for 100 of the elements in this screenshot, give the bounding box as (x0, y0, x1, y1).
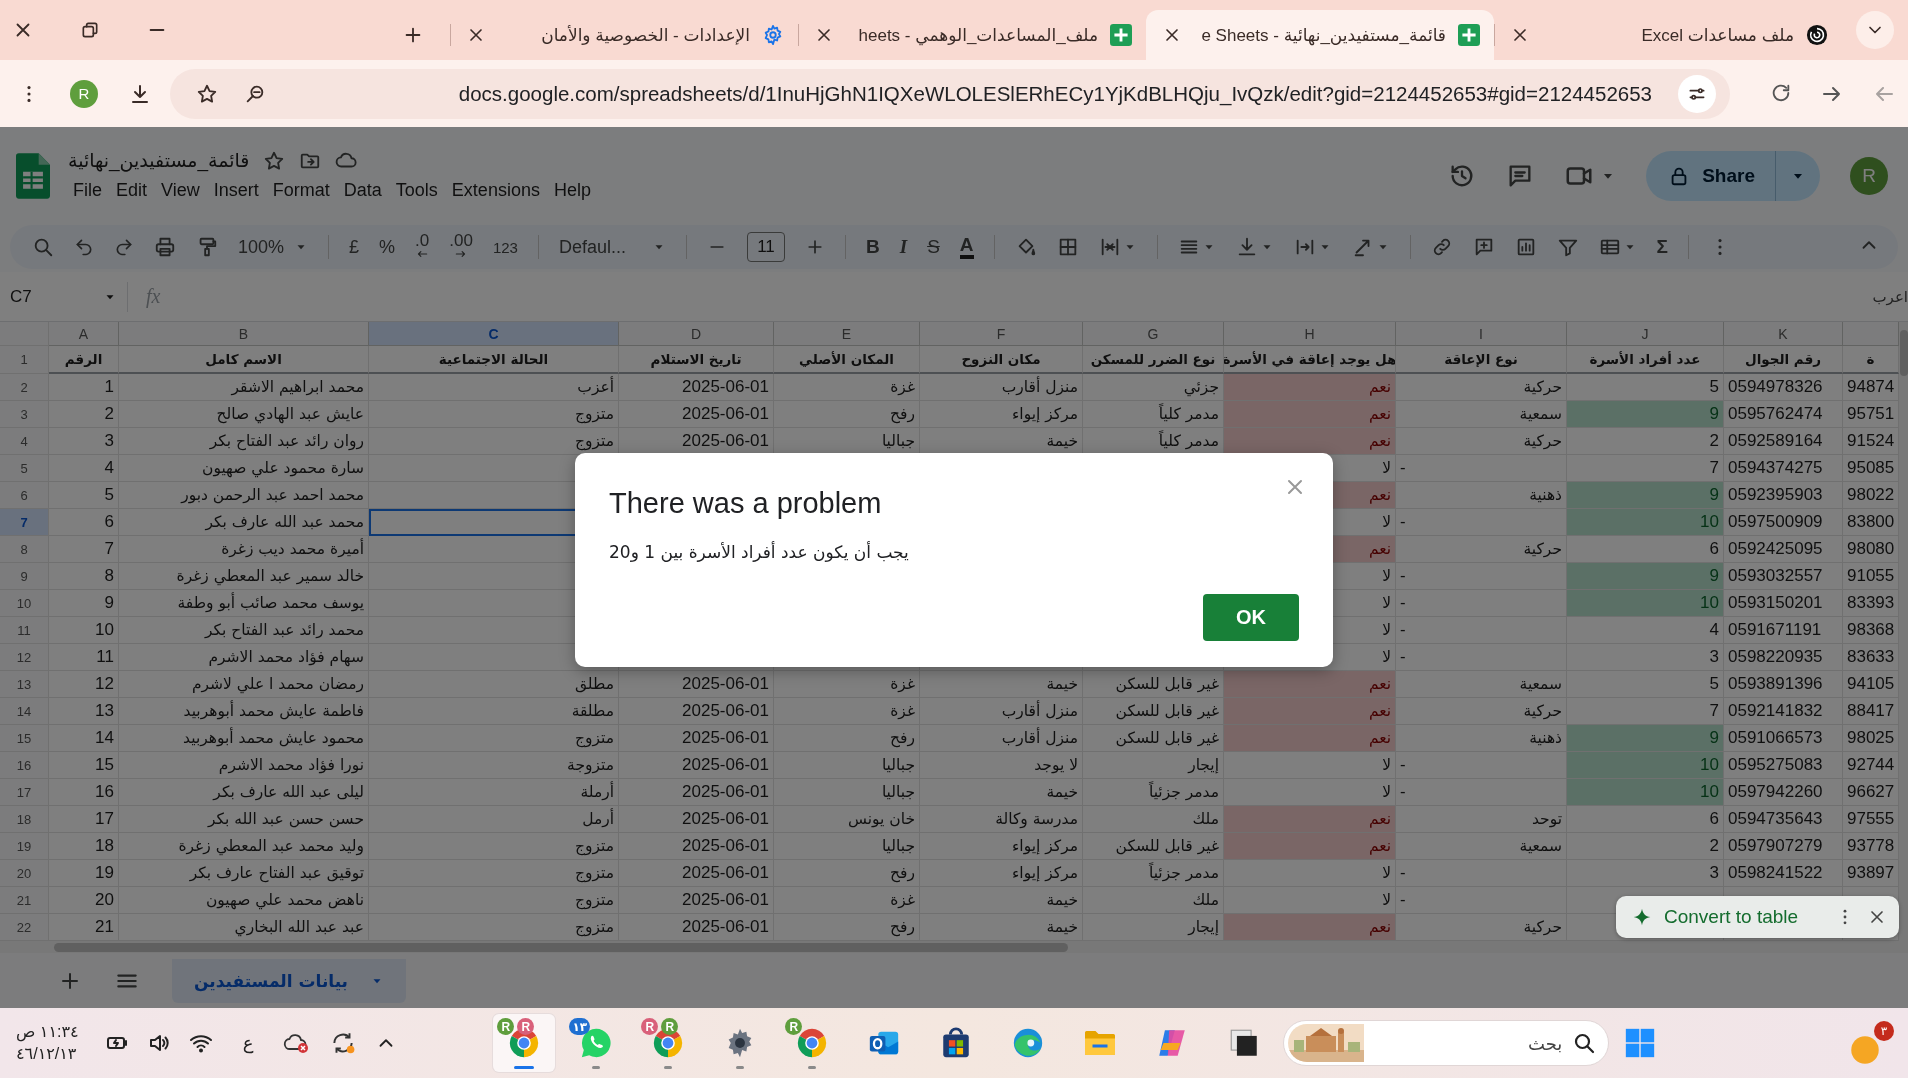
table-cell[interactable]: نعم (1224, 914, 1396, 941)
functions-button[interactable]: Σ (1656, 236, 1668, 258)
table-cell[interactable]: - (1396, 887, 1567, 914)
table-cell[interactable]: نعم (1224, 698, 1396, 725)
bold-button[interactable]: B (866, 236, 880, 258)
table-cell[interactable]: نعم (1224, 725, 1396, 752)
table-cell[interactable]: 0598241522 (1724, 860, 1843, 887)
table-cell[interactable]: مطلقة (369, 698, 619, 725)
table-cell[interactable]: توقيق عبد الفتاح عارف بكر (119, 860, 369, 887)
table-cell[interactable]: 0597907279 (1724, 833, 1843, 860)
taskbar-app[interactable]: ١٣ (565, 1014, 628, 1072)
table-cell[interactable]: 0594374275 (1724, 455, 1843, 482)
table-cell[interactable]: رفح (774, 401, 920, 428)
notification-button[interactable]: ٣ (1850, 1021, 1894, 1065)
table-cell[interactable]: حسن حسن عبد الله بكر (119, 806, 369, 833)
table-cell[interactable]: 12 (49, 671, 119, 698)
increase-decimal-button[interactable]: .00 (449, 233, 473, 261)
table-cell[interactable]: 4 (1567, 617, 1724, 644)
vertical-scrollbar[interactable] (1899, 322, 1908, 941)
column-header[interactable]: F (920, 322, 1083, 346)
table-cell[interactable]: جباليا (774, 833, 920, 860)
table-cell[interactable]: غزة (774, 887, 920, 914)
table-cell[interactable]: مدمر جزئياً (1083, 779, 1224, 806)
table-cell[interactable]: 2025-06-01 (619, 833, 774, 860)
site-settings-button[interactable] (1678, 74, 1716, 113)
table-cell[interactable]: 0595275083 (1724, 752, 1843, 779)
row-header[interactable]: 16 (0, 752, 49, 779)
column-header[interactable]: C (369, 322, 619, 346)
column-header[interactable]: B (119, 322, 369, 346)
row-header[interactable]: 14 (0, 698, 49, 725)
table-cell[interactable]: محمد رائد عبد الفتاح بكر (119, 617, 369, 644)
menu-item[interactable]: File (68, 178, 107, 203)
table-cell[interactable]: متزوج (369, 833, 619, 860)
table-cell[interactable]: 2025-06-01 (619, 779, 774, 806)
table-cell[interactable]: - (1396, 455, 1567, 482)
table-cell[interactable]: 0591671191 (1724, 617, 1843, 644)
menu-item[interactable]: Insert (208, 178, 264, 203)
table-cell[interactable]: 3 (49, 428, 119, 455)
table-cell[interactable]: - (1396, 860, 1567, 887)
search-icon[interactable] (1572, 1031, 1597, 1055)
table-cell[interactable]: 0595762474 (1724, 401, 1843, 428)
browser-tab[interactable]: ملف_المساعدات_الوهمي - heets (798, 10, 1146, 60)
table-cell[interactable]: مركز إيواء (920, 401, 1083, 428)
table-cell[interactable]: 6 (49, 509, 119, 536)
table-cell[interactable]: 2 (1567, 833, 1724, 860)
table-cell[interactable]: خان يونس (774, 806, 920, 833)
column-header[interactable]: I (1396, 322, 1567, 346)
table-cell[interactable]: 5 (1567, 671, 1724, 698)
name-box[interactable]: C7 (0, 281, 128, 312)
search-field[interactable]: بحث (1283, 1020, 1610, 1066)
table-cell[interactable]: 2025-06-01 (619, 698, 774, 725)
italic-button[interactable]: I (899, 236, 908, 258)
document-title[interactable]: قائمة_مستفيدين_نهائية (68, 149, 250, 172)
table-cell[interactable]: نعم (1224, 374, 1396, 401)
table-cell[interactable]: غزة (774, 671, 920, 698)
currency-button[interactable]: £ (349, 236, 360, 258)
menu-item[interactable]: Edit (111, 178, 153, 203)
table-cell[interactable]: 19 (49, 860, 119, 887)
table-cell[interactable]: 16 (49, 779, 119, 806)
column-header[interactable]: A (49, 322, 119, 346)
table-cell[interactable]: منزل أقارب (920, 725, 1083, 752)
table-cell[interactable]: لا (1224, 860, 1396, 887)
row-header[interactable]: 20 (0, 860, 49, 887)
table-cell[interactable]: 9 (1567, 401, 1724, 428)
table-cell[interactable]: 0594735643 (1724, 806, 1843, 833)
table-cell[interactable]: متزوج (369, 887, 619, 914)
table-cell[interactable]: 0593150201 (1724, 590, 1843, 617)
table-cell[interactable]: 7 (49, 536, 119, 563)
sheet-tab[interactable]: بيانات المستفيدين (172, 958, 406, 1003)
row-header[interactable]: 3 (0, 401, 49, 428)
table-cell[interactable]: حركية (1396, 374, 1567, 401)
table-cell[interactable]: 9 (1567, 563, 1724, 590)
menu-item[interactable]: Help (548, 178, 596, 203)
table-cell[interactable]: 0592425095 (1724, 536, 1843, 563)
row-header[interactable]: 9 (0, 563, 49, 590)
browser-tab[interactable]: الإعدادات - الخصوصية والأمان (450, 10, 798, 60)
table-cell[interactable]: رفح (774, 725, 920, 752)
number-format-button[interactable]: 123 (492, 238, 518, 256)
column-header[interactable]: G (1083, 322, 1224, 346)
ok-button[interactable]: OK (1203, 594, 1299, 641)
table-cell[interactable]: 2025-06-01 (619, 860, 774, 887)
column-header[interactable]: K (1724, 322, 1843, 346)
table-cell[interactable]: 17 (49, 806, 119, 833)
table-cell[interactable]: مركز إيواء (920, 860, 1083, 887)
table-cell[interactable]: خالد سمير عبد المعطي زغرة (119, 563, 369, 590)
table-cell[interactable]: 0591066573 (1724, 725, 1843, 752)
table-cell[interactable]: إيجار (1083, 752, 1224, 779)
table-cell[interactable]: متزوج (369, 725, 619, 752)
table-cell[interactable]: مدرسة وكالة (920, 806, 1083, 833)
restore-icon[interactable] (80, 20, 100, 40)
table-cell[interactable]: ليلى عبد الله عارف بكر (119, 779, 369, 806)
table-cell[interactable]: 9 (49, 590, 119, 617)
table-cell[interactable]: مطلق (369, 671, 619, 698)
table-cell[interactable]: سارة محمود علي صهيون (119, 455, 369, 482)
table-cell[interactable]: 20 (49, 887, 119, 914)
row-header[interactable]: 15 (0, 725, 49, 752)
table-cell[interactable]: 10 (1567, 509, 1724, 536)
font-size-field[interactable]: 11 (747, 232, 785, 262)
table-cell[interactable]: محمد عبد الله عارف بكر (119, 509, 369, 536)
column-header[interactable]: H (1224, 322, 1396, 346)
